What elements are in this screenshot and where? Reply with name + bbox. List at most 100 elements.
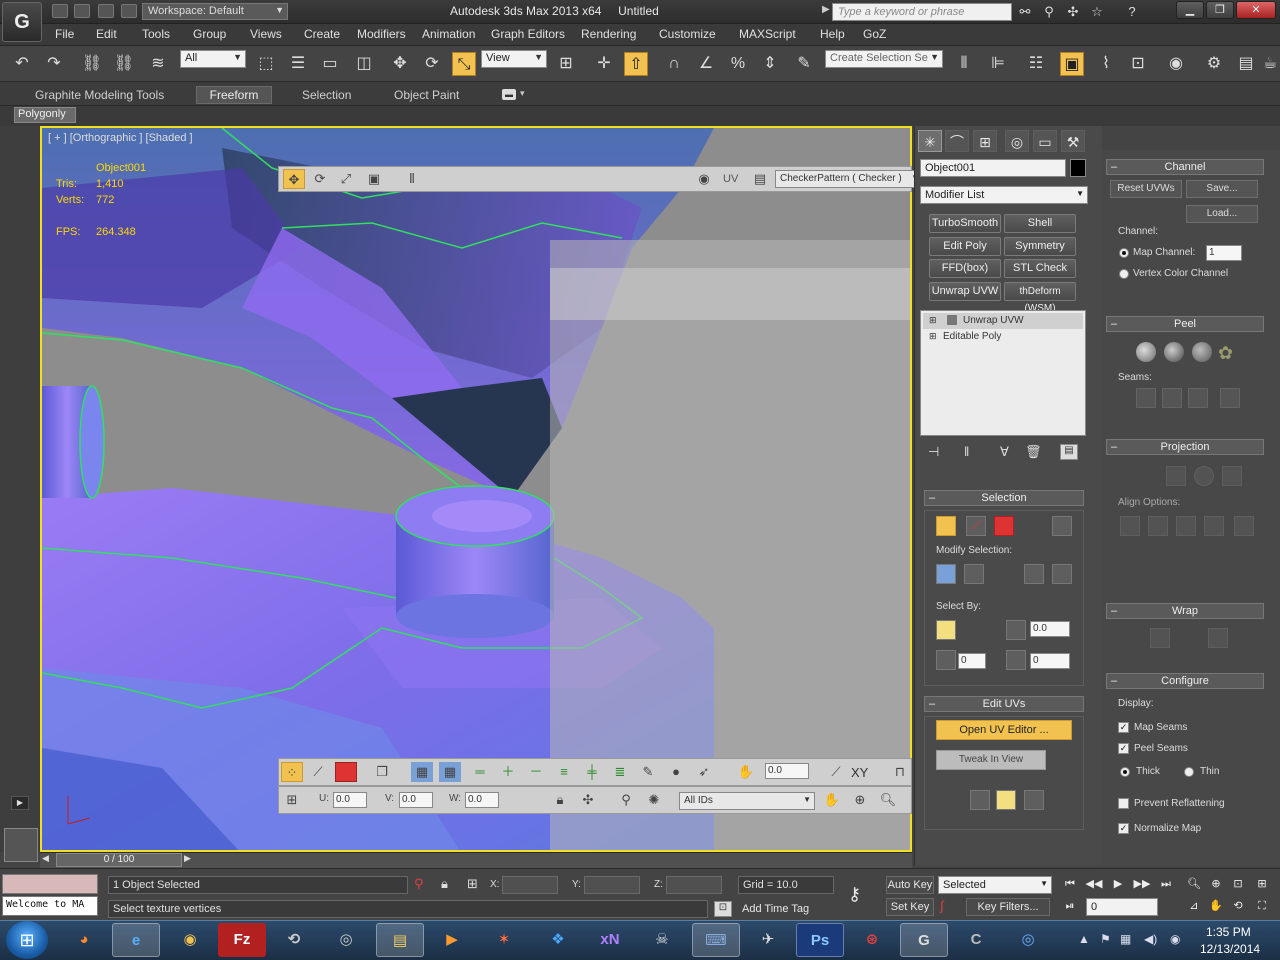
previous-frame-icon[interactable]: ◀◀	[1084, 876, 1104, 892]
key-mode-toggle-icon[interactable]: ⏯	[1060, 898, 1080, 914]
display-tab-icon[interactable]: ▭	[1033, 130, 1057, 152]
selection-rollout-header[interactable]: – Selection	[924, 490, 1084, 506]
xy-axis-toggle[interactable]: XY	[851, 765, 868, 780]
x-coordinate-input[interactable]	[502, 876, 558, 894]
named-selection-dropdown[interactable]: Create Selection Se ▼	[825, 50, 943, 68]
prevent-reflattening-checkbox[interactable]	[1118, 798, 1129, 809]
set-key-icon[interactable]: ⚷	[848, 884, 861, 905]
create-tab-icon[interactable]: ✳	[918, 130, 942, 152]
align-z-icon[interactable]	[1176, 516, 1196, 536]
zoom-region-icon[interactable]: ⊕	[849, 790, 871, 810]
material-editor-icon[interactable]: ◉	[1164, 52, 1188, 76]
curve-editor-icon[interactable]: ⌇	[1094, 52, 1118, 76]
select-by-smoothing-icon[interactable]	[936, 650, 956, 670]
render-teapot-icon[interactable]: ☕	[1262, 52, 1278, 76]
expand-seams-icon[interactable]	[1188, 388, 1208, 408]
grow-selection-button[interactable]	[936, 564, 956, 584]
limit-icon[interactable]: ⊓	[889, 762, 911, 782]
ffd-box-button[interactable]: FFD(box)	[929, 259, 1001, 278]
modifier-toggle-icon[interactable]	[947, 315, 957, 325]
normalize-map-checkbox[interactable]: ✓	[1118, 823, 1129, 834]
pin-stack-icon[interactable]: ⊣	[928, 444, 939, 460]
new-file-icon[interactable]	[52, 4, 68, 18]
menu-group[interactable]: Group	[193, 27, 226, 41]
maxscript-mini-listener[interactable]: Welcome to MA	[2, 896, 98, 916]
window-crossing-icon[interactable]: ◫	[352, 52, 376, 76]
app-icon-6[interactable]: ◎	[322, 923, 370, 957]
maxscript-mini-listener-pink[interactable]	[2, 874, 98, 894]
app-icon-16[interactable]: ⊛	[848, 923, 896, 957]
menu-rendering[interactable]: Rendering	[581, 27, 636, 41]
search-arrow-icon[interactable]: ▶	[822, 4, 830, 15]
redo-icon[interactable]: ↷	[42, 52, 66, 76]
map-channel-spinner[interactable]: 1	[1206, 245, 1242, 261]
edit-poly-button[interactable]: Edit Poly	[929, 237, 1001, 256]
time-slider[interactable]: 0 / 100	[56, 853, 182, 867]
selection-filter-dropdown[interactable]: All ▼	[180, 50, 246, 68]
absolute-mode-icon[interactable]: ⊞	[467, 876, 478, 892]
close-button[interactable]: ✕	[1236, 1, 1276, 19]
thdeform-button[interactable]: thDeform (WSM)	[1004, 282, 1076, 314]
angle-snap-icon[interactable]: ∠	[694, 52, 718, 76]
projection-rollout-header[interactable]: – Projection	[1106, 439, 1264, 455]
quick-peel-icon[interactable]	[1136, 342, 1156, 362]
play-icon[interactable]: ▶	[11, 796, 29, 810]
menu-graph-editors[interactable]: Graph Editors	[491, 27, 565, 41]
field-of-view-icon[interactable]: ⊿	[1184, 898, 1204, 914]
chrome-icon[interactable]: ◉	[166, 923, 214, 957]
paint-select-icon[interactable]: ✎	[637, 762, 659, 782]
edge-mode-icon[interactable]: ⟋	[307, 762, 329, 782]
spline-mapping-icon[interactable]	[1150, 628, 1170, 648]
internet-explorer-icon[interactable]: e	[112, 923, 160, 957]
mirror-icon[interactable]: ⫴	[401, 169, 423, 189]
configure-modifier-sets-icon[interactable]: ▤	[1060, 444, 1078, 460]
material-id-spinner[interactable]: 0	[1030, 653, 1070, 669]
scale-selected-icon[interactable]: ⤢	[335, 169, 357, 189]
lscm-icon[interactable]	[1192, 342, 1212, 362]
network-icon[interactable]: ▦	[1120, 932, 1131, 946]
smoothing-spinner[interactable]: 0	[958, 653, 986, 669]
undo-icon[interactable]	[121, 4, 137, 18]
hierarchy-tab-icon[interactable]: ⊞	[973, 130, 997, 152]
undo-icon[interactable]: ↶	[10, 52, 34, 76]
zoom-extents-icon[interactable]: ⊡	[1228, 876, 1248, 892]
vertex-mode-icon[interactable]: ⁘	[281, 762, 303, 782]
go-to-start-icon[interactable]: ⏮	[1060, 876, 1080, 892]
edge-select-icon[interactable]: ⟋	[966, 516, 986, 536]
grow-plus-icon[interactable]: ＋	[497, 762, 519, 782]
play-animation-icon[interactable]: ▶	[1108, 876, 1128, 892]
clock-date[interactable]: 12/13/2014	[1200, 942, 1260, 956]
soft-select-spinner[interactable]: 0.0	[765, 763, 809, 779]
ring-grow-icon[interactable]: ╪	[581, 762, 603, 782]
align-x-icon[interactable]	[1120, 516, 1140, 536]
select-manipulate-icon[interactable]: ✛	[592, 52, 616, 76]
layer-manager-icon[interactable]: ☷	[1024, 52, 1048, 76]
app-icon-19[interactable]: ◎	[1004, 923, 1052, 957]
menu-file[interactable]: File	[55, 27, 74, 41]
seam-to-selection-icon[interactable]	[1220, 388, 1240, 408]
app-icon-9[interactable]: ✶	[480, 923, 528, 957]
menu-maxscript[interactable]: MAXScript	[739, 27, 796, 41]
save-uvs-button[interactable]: Save...	[1186, 180, 1258, 198]
move-icon[interactable]: ✥	[388, 52, 412, 76]
select-by-angle-icon[interactable]	[1006, 620, 1026, 640]
menu-create[interactable]: Create	[304, 27, 340, 41]
tangent-icon[interactable]: ∫	[940, 898, 944, 913]
start-button[interactable]: ⊞	[6, 921, 48, 959]
show-hidden-icons-icon[interactable]: ▲	[1078, 932, 1090, 946]
windows-explorer-icon[interactable]: ▤	[376, 923, 424, 957]
viewport-label[interactable]: [ + ] [Orthographic ] [Shaded ]	[48, 132, 193, 144]
minimize-button[interactable]: ▁	[1176, 1, 1204, 19]
edge-to-seam-icon[interactable]	[1136, 388, 1156, 408]
quick-planar-icon[interactable]	[970, 790, 990, 810]
media-player-icon[interactable]: ▶	[428, 923, 476, 957]
next-frame-icon[interactable]: ▶▶	[1132, 876, 1152, 892]
pan-icon[interactable]: ✋	[821, 790, 843, 810]
ring-selection-button[interactable]	[1052, 564, 1072, 584]
tray-app-icon[interactable]: ◉	[1170, 932, 1180, 946]
pan-view-icon[interactable]: ✋	[1206, 898, 1226, 914]
tab-freeform[interactable]: Freeform	[196, 86, 272, 104]
mirror-icon[interactable]: ⫴	[952, 52, 976, 76]
firefox-icon[interactable]: ◕	[60, 923, 108, 957]
select-and-link-icon[interactable]: ⛓	[80, 52, 104, 76]
